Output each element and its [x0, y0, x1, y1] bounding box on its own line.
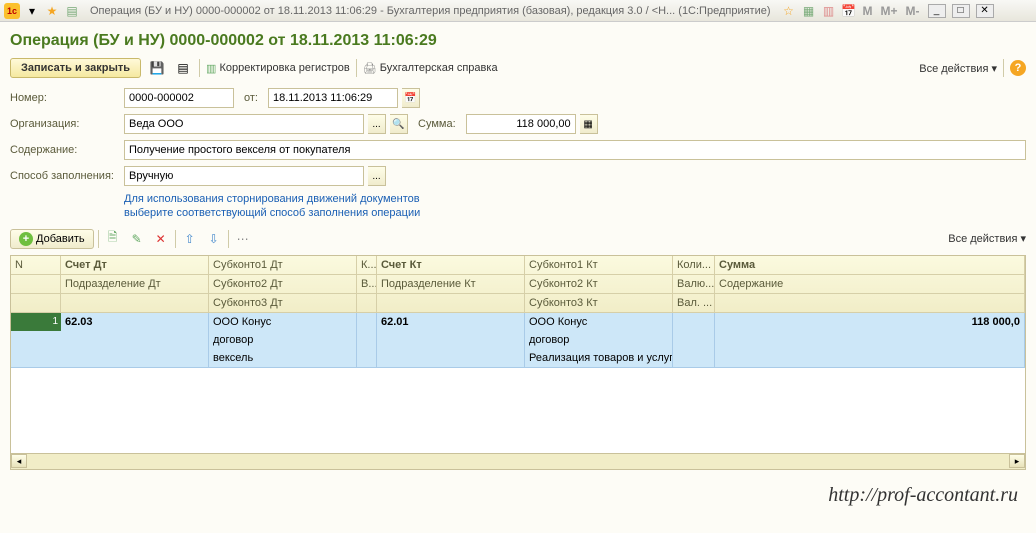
grid-icon[interactable]: ▦	[801, 3, 817, 19]
entries-grid: N Счет ДтПодразделение Дт Субконто1 ДтСу…	[10, 255, 1026, 454]
grid-all-actions-dropdown[interactable]: Все действия ▾	[948, 232, 1026, 245]
add-button[interactable]: +Добавить	[10, 229, 94, 249]
col-n[interactable]: N	[11, 256, 60, 275]
row-marker-icon: 1	[11, 313, 61, 331]
more-icon[interactable]: ⋯	[233, 229, 253, 249]
save-icon[interactable]: 💾	[147, 58, 167, 78]
col-acc-dt[interactable]: Счет Дт	[61, 256, 208, 275]
col-qty[interactable]: Коли...	[673, 256, 714, 275]
date-input[interactable]	[268, 88, 398, 108]
number-input[interactable]	[124, 88, 234, 108]
grid-body: 1 62.03 ООО Конусдоговорвексель 62.01 ОО…	[11, 313, 1025, 453]
from-label: от:	[238, 92, 264, 104]
watermark: http://prof-accontant.ru	[828, 484, 1018, 507]
window-titlebar: 1c ▾ ★ ▤ Операция (БУ и НУ) 0000-000002 …	[0, 0, 1036, 22]
separator	[98, 230, 99, 248]
org-open-icon[interactable]: 🔍	[390, 114, 408, 134]
doc-icon[interactable]: ▤	[64, 3, 80, 19]
move-down-icon[interactable]: ⇩	[204, 229, 224, 249]
fill-hint: Для использования сторнирования движений…	[124, 192, 1026, 221]
separator	[228, 230, 229, 248]
fill-label: Способ заполнения:	[10, 170, 120, 182]
sum-label: Сумма:	[412, 118, 462, 130]
page-title: Операция (БУ и НУ) 0000-000002 от 18.11.…	[10, 32, 1026, 50]
fav-icon[interactable]: ☆	[781, 3, 797, 19]
scroll-right-icon[interactable]: ▸	[1009, 454, 1025, 468]
org-input[interactable]	[124, 114, 364, 134]
org-label: Организация:	[10, 118, 120, 130]
window-title: Операция (БУ и НУ) 0000-000002 от 18.11.…	[90, 5, 771, 17]
dropdown-icon[interactable]: ▾	[24, 3, 40, 19]
horizontal-scrollbar[interactable]: ◂ ▸	[10, 454, 1026, 470]
scroll-left-icon[interactable]: ◂	[11, 454, 27, 468]
desc-input[interactable]	[124, 140, 1026, 160]
col-k[interactable]: К...	[357, 256, 376, 275]
move-up-icon[interactable]: ⇧	[180, 229, 200, 249]
col-sub1-kt[interactable]: Субконто1 Кт	[525, 256, 672, 275]
col-sum[interactable]: Сумма	[715, 256, 1024, 275]
table-row[interactable]: 1 62.03 ООО Конусдоговорвексель 62.01 ОО…	[11, 313, 1025, 368]
close-button[interactable]: ✕	[976, 4, 994, 18]
app-logo-icon: 1c	[4, 3, 20, 19]
save-close-button[interactable]: Записать и закрыть	[10, 58, 141, 78]
desc-label: Содержание:	[10, 144, 120, 156]
grid-toolbar: +Добавить 🗎 ✎ ✕ ⇧ ⇩ ⋯ Все действия ▾	[10, 229, 1026, 249]
date-picker-icon[interactable]: 📅	[402, 88, 420, 108]
col-acc-kt[interactable]: Счет Кт	[377, 256, 524, 275]
separator	[199, 59, 200, 77]
copy-icon[interactable]: 🗎	[103, 229, 123, 249]
separator	[356, 59, 357, 77]
separator	[1003, 59, 1004, 77]
m-minus-icon[interactable]: M-	[904, 4, 922, 18]
list-icon[interactable]: ▤	[173, 58, 193, 78]
col-sub1-dt[interactable]: Субконто1 Дт	[209, 256, 356, 275]
reg-correction-button[interactable]: ▥Корректировка регистров	[206, 62, 350, 75]
separator	[175, 230, 176, 248]
calc-icon[interactable]: ▦	[580, 114, 598, 134]
sum-input[interactable]	[466, 114, 576, 134]
calc-icon[interactable]: ▥	[821, 3, 837, 19]
grid-header: N Счет ДтПодразделение Дт Субконто1 ДтСу…	[11, 256, 1025, 313]
fill-lookup-icon[interactable]: ...	[368, 166, 386, 186]
number-label: Номер:	[10, 92, 120, 104]
minimize-button[interactable]: _	[928, 4, 946, 18]
accounting-ref-button[interactable]: 🖨Бухгалтерская справка	[363, 62, 498, 75]
star-icon[interactable]: ★	[44, 3, 60, 19]
edit-icon[interactable]: ✎	[127, 229, 147, 249]
delete-icon[interactable]: ✕	[151, 229, 171, 249]
all-actions-dropdown[interactable]: Все действия ▾	[919, 62, 997, 75]
org-lookup-icon[interactable]: ...	[368, 114, 386, 134]
m-icon[interactable]: M	[861, 4, 875, 18]
main-toolbar: Записать и закрыть 💾 ▤ ▥Корректировка ре…	[10, 58, 1026, 78]
help-icon[interactable]: ?	[1010, 60, 1026, 76]
calendar-icon[interactable]: 📅	[841, 3, 857, 19]
maximize-button[interactable]: □	[952, 4, 970, 18]
fill-input[interactable]	[124, 166, 364, 186]
m-plus-icon[interactable]: M+	[879, 4, 900, 18]
